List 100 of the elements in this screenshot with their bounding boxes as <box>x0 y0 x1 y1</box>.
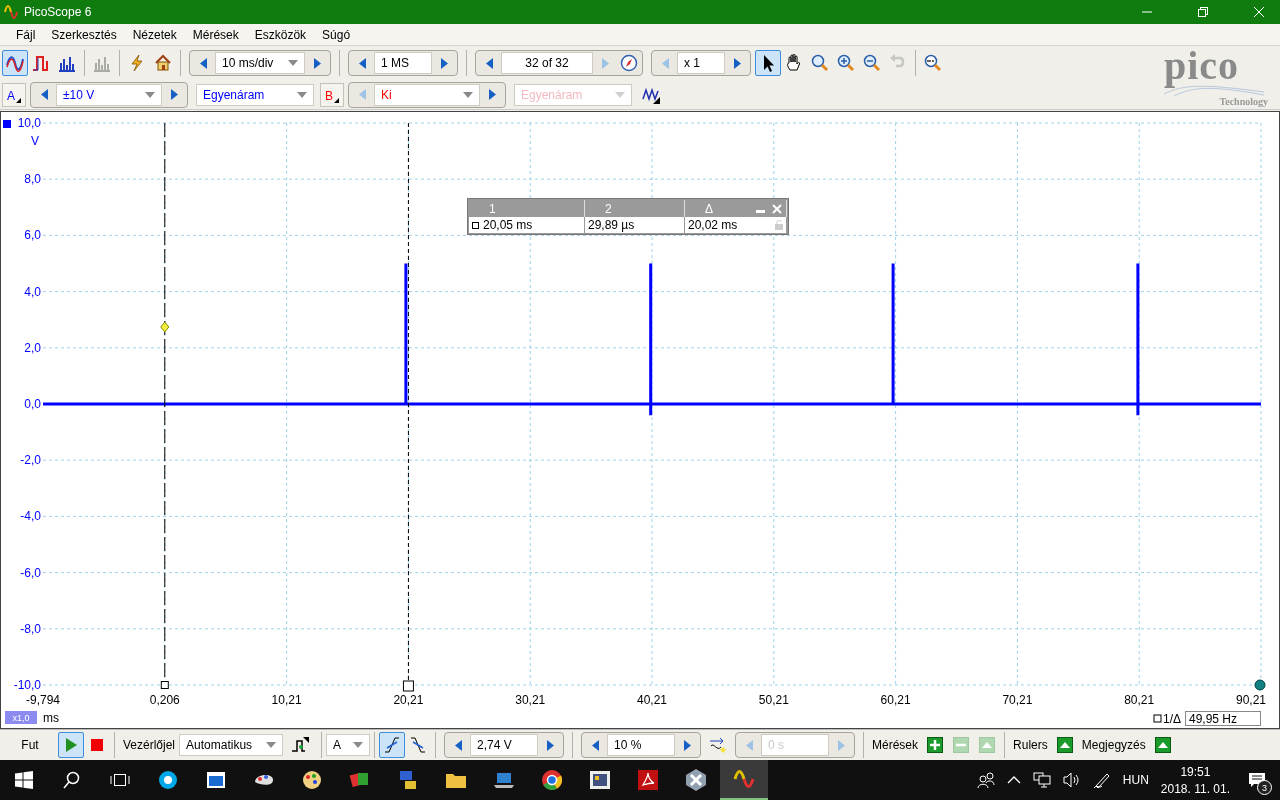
menu-item[interactable]: Eszközök <box>246 27 315 42</box>
y-axis-unit: V <box>31 134 39 148</box>
corner-icon <box>334 97 339 103</box>
table-cell: 20,05 ms <box>483 218 533 232</box>
right-triangle-icon <box>733 57 741 69</box>
windows-logo-icon <box>15 771 33 789</box>
menu-item[interactable]: Fájl <box>8 27 44 42</box>
speaker-icon[interactable] <box>1062 772 1081 788</box>
maximize-icon[interactable] <box>1198 7 1208 17</box>
time-ruler[interactable] <box>402 122 414 692</box>
home-icon <box>154 54 172 72</box>
network-icon[interactable] <box>1032 772 1051 788</box>
search-icon <box>63 771 81 789</box>
rulers-label: Rulers <box>1012 738 1049 752</box>
x-tick-label: 10,21 <box>271 693 302 707</box>
x-tick-label: 0,206 <box>149 693 180 707</box>
caret-icon <box>266 742 277 748</box>
close-icon[interactable] <box>772 204 782 214</box>
trigger-marker[interactable] <box>160 321 170 333</box>
stop-icon <box>91 739 103 751</box>
x-tick-label: 90,21 <box>1236 693 1266 707</box>
value-field[interactable]: 10 % <box>607 734 676 756</box>
palette-icon <box>300 768 324 792</box>
column-header: Δ <box>705 202 713 216</box>
menu-item[interactable]: Szerkesztés <box>43 27 125 42</box>
caret-icon <box>463 91 473 98</box>
chevron-up-icon[interactable] <box>1006 776 1021 784</box>
left-triangle-icon <box>454 739 462 751</box>
rulers-icon <box>1056 737 1073 753</box>
play-icon <box>64 738 78 752</box>
column-header: 1 <box>489 202 496 216</box>
x-tick-label: 50,21 <box>758 693 789 707</box>
run-label: Fut <box>20 738 40 752</box>
notes-button[interactable] <box>1154 737 1171 753</box>
sine-wave-button[interactable] <box>2 50 28 76</box>
channel-button[interactable]: B <box>320 82 344 107</box>
browser-icon <box>540 768 564 792</box>
dropdown[interactable]: A <box>326 734 371 756</box>
magnifier-icon <box>923 53 943 73</box>
measurements-label: Mérések <box>871 738 920 752</box>
y-tick-label: 4,0 <box>24 284 41 299</box>
notes-label: Megjegyzés <box>1080 738 1147 752</box>
y-tick-label: 6,0 <box>24 228 41 243</box>
rulers-button[interactable] <box>1056 737 1073 753</box>
caret-icon <box>145 91 155 98</box>
notes-icon <box>1154 737 1171 753</box>
right-triangle-icon <box>488 89 496 100</box>
pointer-button[interactable] <box>755 50 781 76</box>
caret-icon <box>353 742 364 748</box>
notification-badge: 3 <box>1257 780 1272 795</box>
value-field[interactable]: x 1 <box>677 52 725 74</box>
y-tick-label: 8,0 <box>24 172 41 187</box>
y-tick-label: -4,0 <box>20 509 41 524</box>
y-tick-label: -6,0 <box>20 565 41 580</box>
trigger-label: Vezérlőjel <box>122 738 177 752</box>
y-tick-label: -10,0 <box>13 678 41 692</box>
add-measurement-button[interactable] <box>927 737 944 753</box>
pulse-icon <box>291 736 310 754</box>
left-triangle-icon <box>358 57 366 69</box>
menu-item[interactable]: Nézetek <box>124 27 185 42</box>
left-triangle-icon <box>485 57 493 69</box>
close-icon[interactable] <box>1254 7 1264 17</box>
people-icon[interactable] <box>976 771 995 789</box>
dropdown[interactable]: Ki <box>374 83 480 106</box>
add-measurement-icon <box>927 737 944 753</box>
value-field[interactable]: 1 MS <box>374 52 432 74</box>
pen-icon[interactable] <box>1092 771 1111 789</box>
axis-marker[interactable] <box>1254 679 1266 691</box>
caret-icon <box>297 91 307 98</box>
clock-date: 2018. 11. 01. <box>1160 781 1230 796</box>
right-triangle-icon <box>313 57 321 69</box>
left-triangle-icon <box>199 57 207 69</box>
right-triangle-icon <box>601 57 609 69</box>
scale-badge: x1,0 <box>5 711 37 724</box>
x-tick-label: 20,21 <box>393 693 424 707</box>
x-tick-label: 30,21 <box>515 693 546 707</box>
channel-button[interactable]: A <box>2 82 26 107</box>
right-triangle-icon <box>170 89 178 100</box>
dropdown[interactable]: 10 ms/div <box>215 52 305 74</box>
hexagon-icon <box>684 768 708 792</box>
clock[interactable]: 19:51 2018. 11. 01. <box>1160 764 1230 796</box>
table-cell: 20,02 ms <box>688 218 738 232</box>
right-triangle-icon <box>837 739 845 751</box>
menu-item[interactable]: Mérések <box>184 27 247 42</box>
dropdown[interactable]: Automatikus <box>179 734 284 756</box>
sine-wave-icon <box>5 53 25 73</box>
menu-item[interactable]: Súgó <box>314 27 359 42</box>
right-triangle-icon <box>683 739 691 751</box>
start-button[interactable] <box>58 732 84 758</box>
dropdown[interactable]: Egyenáram <box>196 83 314 106</box>
window-title: PicoScope 6 <box>24 5 92 19</box>
action-center-button[interactable]: 3 <box>1242 765 1272 795</box>
time-ruler[interactable] <box>160 122 169 689</box>
value-field[interactable]: 32 of 32 <box>501 52 593 74</box>
value-field[interactable]: 2,74 V <box>470 734 539 756</box>
dropdown[interactable]: ±10 V <box>56 83 162 106</box>
zoom-out-icon <box>862 53 882 73</box>
language-indicator[interactable]: HUN <box>1122 773 1149 787</box>
frequency-value: 49,95 Hz <box>1185 711 1261 726</box>
rising-edge-button[interactable] <box>379 732 406 758</box>
